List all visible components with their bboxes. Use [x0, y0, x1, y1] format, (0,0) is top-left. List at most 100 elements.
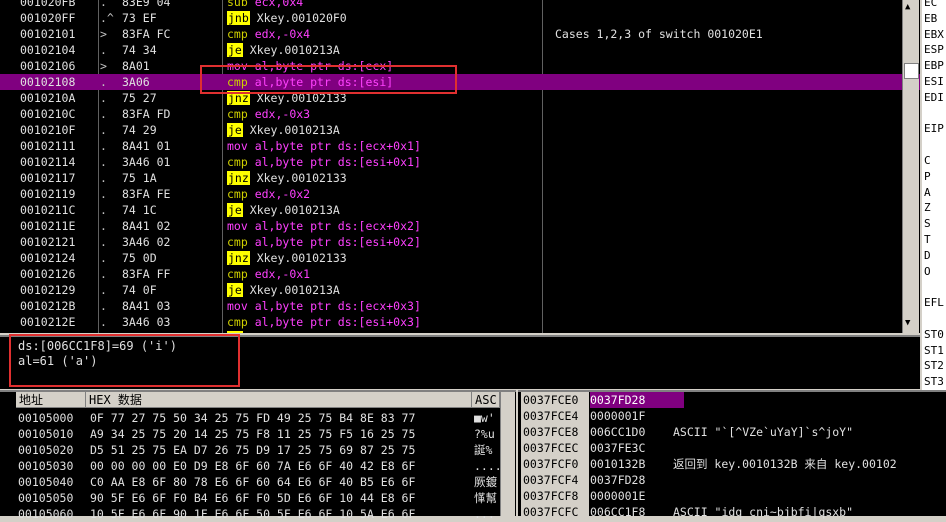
disasm-row[interactable]: 001020FB. 83E9 04 sub ecx,0x4	[0, 0, 920, 10]
disasm-row[interactable]: 001020FF .^ 73 EF jnb Xkey.001020F0	[0, 10, 920, 26]
disasm-flow-marker: .	[100, 171, 114, 185]
disasm-comment: Cases 1,2,3 of switch 001020E1	[555, 27, 763, 41]
disasm-instruction: jnz Xkey.00102133	[227, 250, 537, 266]
dump-header-hex[interactable]: HEX 数据	[86, 392, 472, 408]
register-label[interactable]: O	[924, 265, 931, 278]
disasm-row[interactable]: 00102126. 83FA FF cmp edx,-0x1	[0, 266, 920, 282]
disasm-operands: al,byte ptr ds:[esi+0x3]	[247, 315, 421, 329]
register-label[interactable]: EFL	[924, 296, 944, 309]
scrollbar-thumb[interactable]	[904, 63, 919, 79]
disasm-flow-marker: .	[100, 283, 114, 297]
disasm-row[interactable]: 00102111. 8A41 01 mov al,byte ptr ds:[ecx…	[0, 138, 920, 154]
disasm-address: 0010211C	[20, 203, 76, 217]
disasm-flow-marker: .	[100, 235, 114, 249]
disasm-row[interactable]: 00102119. 83FA FE cmp edx,-0x2	[0, 186, 920, 202]
stack-row[interactable]: 0037FCF0 0010132B 返回到 key.0010132B 来自 key.…	[518, 456, 946, 472]
dump-header-ascii[interactable]: ASC	[472, 392, 500, 408]
register-label[interactable]: EDI	[924, 91, 944, 104]
disasm-hex-bytes: 3A46 02	[122, 235, 171, 249]
disasm-row[interactable]: 00102106 > 8A01 mov al,byte ptr ds:[ecx]	[0, 58, 920, 74]
disasm-flow-marker: .	[100, 123, 114, 137]
stack-comment: ASCII "`[^VZe`uYaY]`s^joY"	[673, 425, 854, 439]
dump-scrollbar[interactable]	[500, 392, 515, 516]
disasm-row[interactable]: 00102104. 74 34 je Xkey.0010213A	[0, 42, 920, 58]
disasm-row[interactable]: 00102131. 74 07 je Xkey.0010213A	[0, 330, 920, 333]
disasm-mnemonic: jnz	[227, 171, 250, 185]
register-label[interactable]: EC	[924, 0, 937, 9]
disasm-mnemonic: jnb	[227, 11, 250, 25]
register-label[interactable]: ESI	[924, 75, 944, 88]
register-label[interactable]: T	[924, 233, 931, 246]
disasm-operands: edx,-0x3	[247, 107, 311, 121]
disasm-row[interactable]: 00102129. 74 0F je Xkey.0010213A	[0, 282, 920, 298]
register-label[interactable]: EBX	[924, 28, 944, 41]
disasm-flow-marker: .^	[100, 11, 114, 25]
disasm-mnemonic: mov	[227, 59, 248, 73]
stack-row[interactable]: 0037FCEC 0037FE3C	[518, 440, 946, 456]
disasm-row[interactable]: 0010211C. 74 1C je Xkey.0010213A	[0, 202, 920, 218]
register-label[interactable]: ST0	[924, 328, 944, 341]
dump-header-address[interactable]: 地址	[16, 392, 86, 408]
disasm-address: 00102124	[20, 251, 76, 265]
stack-row[interactable]: 0037FCF8 0000001E	[518, 488, 946, 504]
stack-comment: ASCII "idq cni~bjbfi|qsxb"	[673, 505, 854, 519]
register-label[interactable]: EBP	[924, 59, 944, 72]
register-label[interactable]: A	[924, 186, 931, 199]
stack-row[interactable]: 0037FCF4 0037FD28	[518, 472, 946, 488]
register-label[interactable]: ESP	[924, 43, 944, 56]
disasm-mnemonic: je	[227, 203, 243, 217]
disassembly-pane[interactable]: 001020FB. 83E9 04 sub ecx,0x4 001020FF .^ 73…	[0, 0, 920, 333]
register-label[interactable]: ST1	[924, 344, 944, 357]
register-label[interactable]: ST3	[924, 375, 944, 388]
disasm-row[interactable]: 0010212E. 3A46 03 cmp al,byte ptr ds:[esi…	[0, 314, 920, 330]
disasm-row[interactable]: 00102124. 75 0D jnz Xkey.00102133	[0, 250, 920, 266]
stack-row[interactable]: 0037FCE8 006CC1D0 ASCII "`[^VZe`uYaY]`s^jo…	[518, 424, 946, 440]
disasm-row[interactable]: 00102117. 75 1A jnz Xkey.00102133	[0, 170, 920, 186]
register-label[interactable]: S	[924, 217, 931, 230]
disasm-row[interactable]: 0010212B. 8A41 03 mov al,byte ptr ds:[ecx…	[0, 298, 920, 314]
stack-row[interactable]: 0037FCFC 006CC1F8 ASCII "idq cni~bjbfi|qsx…	[518, 504, 946, 520]
disasm-flow-marker: .	[100, 139, 114, 153]
dump-ascii: 愅幫	[474, 491, 497, 505]
disasm-row[interactable]: 0010210A. 75 27 jnz Xkey.00102133	[0, 90, 920, 106]
disasm-hex-bytes: 75 27	[122, 91, 157, 105]
scroll-down-icon[interactable]: ▼	[905, 318, 910, 328]
disasm-hex-bytes: 3A46 01	[122, 155, 171, 169]
disasm-flow-marker: .	[100, 91, 114, 105]
disasm-row[interactable]: 0010211E. 8A41 02 mov al,byte ptr ds:[ecx…	[0, 218, 920, 234]
disasm-instruction: je Xkey.0010213A	[227, 282, 537, 298]
register-label[interactable]: P	[924, 170, 931, 183]
disasm-hex-bytes: 8A41 03	[122, 299, 171, 313]
register-label[interactable]: EIP	[924, 122, 944, 135]
disasm-row[interactable]: 0010210C. 83FA FD cmp edx,-0x3	[0, 106, 920, 122]
stack-pane[interactable]: 0037FCE0 0037FD28 0037FCE4 0000001F 0037FCE8…	[518, 390, 946, 520]
disasm-flow-marker: .	[100, 299, 114, 313]
disasm-mnemonic: cmp	[227, 267, 248, 281]
stack-row[interactable]: 0037FCE4 0000001F	[518, 408, 946, 424]
disasm-address: 0010210F	[20, 123, 76, 137]
dump-hex: D5 51 25 75 EA D7 26 75 D9 17 25 75 69 8…	[90, 443, 416, 457]
disasm-instruction: mov al,byte ptr ds:[ecx+0x3]	[227, 298, 537, 314]
disasm-row[interactable]: 00102121. 3A46 02 cmp al,byte ptr ds:[esi…	[0, 234, 920, 250]
registers-pane[interactable]: EC EB EBX ESP EBP ESI EDI EIP C P A Z S T D O EFL ST0 ST1 S…	[922, 0, 946, 390]
memory-dump-pane[interactable]: 地址 HEX 数据 ASC 00105000 0F 77 27 75 50 34 …	[0, 390, 516, 521]
register-label[interactable]: C	[924, 154, 931, 167]
dump-ascii: ....	[474, 459, 502, 473]
register-label[interactable]: Z	[924, 201, 931, 214]
disasm-row[interactable]: 00102114. 3A46 01 cmp al,byte ptr ds:[esi…	[0, 154, 920, 170]
dump-address: 00105030	[18, 459, 74, 473]
scroll-up-icon[interactable]: ▲	[905, 2, 910, 12]
disasm-operands: al,byte ptr ds:[esi+0x1]	[247, 155, 421, 169]
disasm-flow-marker: .	[100, 43, 114, 57]
disasm-row[interactable]: 0010210F. 74 29 je Xkey.0010213A	[0, 122, 920, 138]
disasm-row[interactable]: 00102108. 3A06 cmp al,byte ptr ds:[esi]	[0, 74, 920, 90]
disasm-row[interactable]: 00102101 > 83FA FC cmp edx,-0x4 Cases 1,2,3…	[0, 26, 920, 42]
register-label[interactable]: ST2	[924, 359, 944, 372]
register-label[interactable]: D	[924, 249, 931, 262]
disasm-hex-bytes: 75 1A	[122, 171, 157, 185]
stack-row[interactable]: 0037FCE0 0037FD28	[518, 392, 946, 408]
register-label[interactable]: EB	[924, 12, 937, 25]
disassembly-scrollbar[interactable]: ▲ ▼	[902, 0, 919, 333]
disasm-address: 0010210C	[20, 107, 76, 121]
disasm-flow-marker: >	[100, 27, 114, 41]
